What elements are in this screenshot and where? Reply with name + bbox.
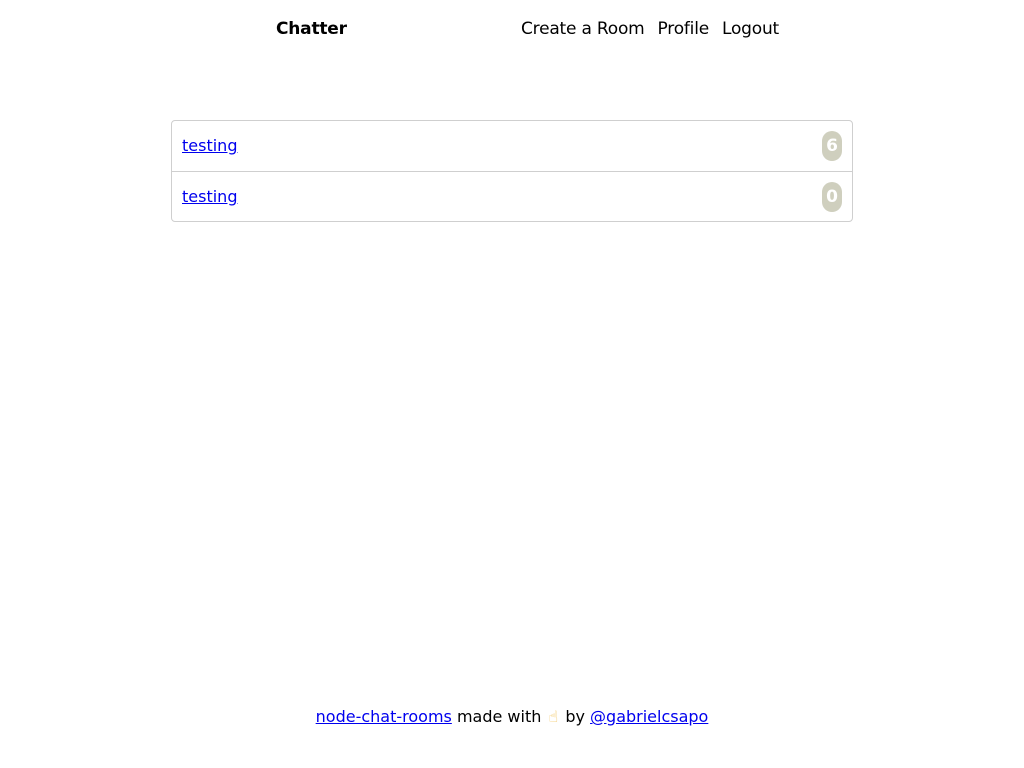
room-list-item: testing 0: [172, 171, 852, 221]
create-room-link[interactable]: Create a Room: [521, 18, 645, 40]
by-text: by: [565, 707, 585, 726]
footer: node-chat-rooms made with ☝ by @gabrielc…: [0, 705, 1024, 729]
nav-links: Create a Room Profile Logout: [521, 18, 779, 40]
pointing-hand-icon: ☝: [548, 707, 559, 726]
room-count-badge: 6: [822, 131, 842, 161]
profile-link[interactable]: Profile: [658, 18, 710, 40]
room-list: testing 6 testing 0: [171, 120, 853, 222]
page: Chatter Create a Room Profile Logout tes…: [0, 0, 1024, 768]
author-link[interactable]: @gabrielcsapo: [590, 707, 708, 726]
navbar: Chatter Create a Room Profile Logout: [0, 0, 1024, 58]
made-with-text: made with: [456, 707, 542, 726]
brand-title[interactable]: Chatter: [276, 18, 347, 40]
room-list-item: testing 6: [172, 121, 852, 171]
room-link[interactable]: testing: [182, 135, 237, 157]
room-count-badge: 0: [822, 182, 842, 212]
room-link[interactable]: testing: [182, 186, 237, 208]
project-link[interactable]: node-chat-rooms: [316, 707, 452, 726]
logout-link[interactable]: Logout: [722, 18, 779, 40]
